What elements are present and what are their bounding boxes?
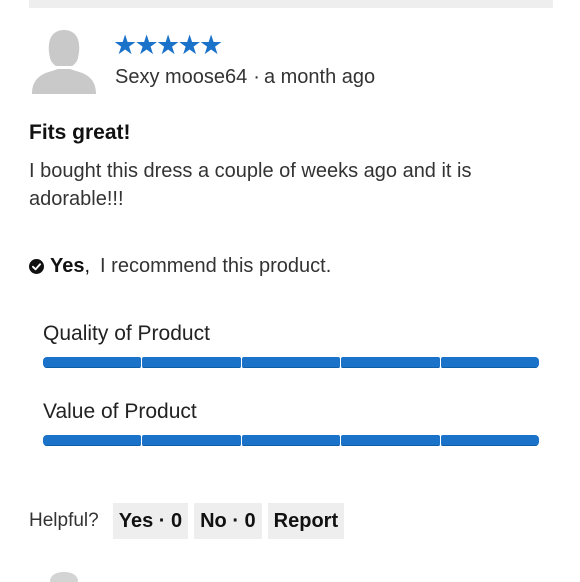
star-icon: ★ [199,30,224,61]
user-avatar-icon [32,30,96,94]
review-body: I bought this dress a couple of weeks ag… [29,160,472,210]
recommend-text: I recommend this product. [100,255,332,277]
rating-bar-segment [440,435,540,446]
review-title: Fits great! [29,121,131,144]
recommend-answer: Yes [50,255,85,277]
meta-separator: · [253,66,260,88]
rating-bar-segment [341,357,440,368]
rating-bar-fill [341,435,440,446]
review-date: a month ago [263,66,376,88]
star-icon: ★ [177,30,202,61]
helpful-yes-button[interactable]: Yes · 0 [112,503,189,539]
rating-bar-segment [241,357,341,368]
helpful-label: Helpful? [29,510,99,531]
star-icon: ★ [134,30,159,61]
rating-bar-segment [241,435,341,446]
rating-bar-fill [43,357,142,368]
star-rating: ★ ★ ★ ★ ★ [113,30,224,61]
helpful-no-button[interactable]: No · 0 [194,503,262,539]
star-icon: ★ [113,30,138,61]
rating-bar-fill [440,357,540,368]
author-name[interactable]: Sexy moose64 [115,66,247,88]
rating-label-value: Value of Product [43,400,197,423]
rating-bar-fill [142,357,241,368]
previous-review-divider [29,0,553,8]
rating-label-quality: Quality of Product [43,322,210,345]
recommend-comma: , [84,255,91,277]
rating-bar-segment [142,435,241,446]
rating-bar-segment [341,435,440,446]
rating-bar-segment [142,357,241,368]
rating-bar-segment [440,357,540,368]
helpful-section: Helpful? Yes · 0 No · 0 Report [29,503,345,539]
rating-bar-fill [142,435,241,446]
check-circle-icon [29,258,44,274]
rating-bar-quality [43,357,540,368]
next-review-avatar-icon [50,572,78,582]
rating-bar-fill [241,435,341,446]
rating-bar-fill [341,357,440,368]
review-meta: Sexy moose64 · a month ago [115,65,375,89]
report-button[interactable]: Report [267,503,345,539]
rating-bar-fill [241,357,341,368]
recommendation: Yes, I recommend this product. [29,254,331,278]
rating-bar-segment [43,435,142,446]
star-icon: ★ [156,30,181,61]
rating-bar-value [43,435,540,446]
rating-bar-segment [43,357,142,368]
rating-bar-fill [440,435,540,446]
rating-bar-fill [43,435,142,446]
